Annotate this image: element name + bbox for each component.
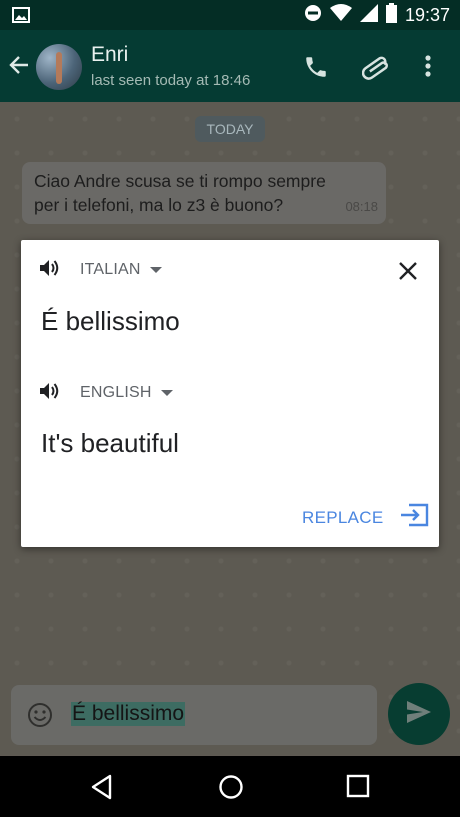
back-arrow-icon[interactable] [8, 54, 30, 81]
speaker-icon[interactable] [39, 258, 61, 283]
dropdown-arrow-icon [160, 390, 173, 396]
nav-recents-icon[interactable] [346, 774, 370, 803]
gallery-icon [12, 7, 30, 28]
dropdown-arrow-icon [149, 267, 162, 273]
replace-button[interactable]: REPLACE [302, 503, 429, 532]
message-time: 08:18 [345, 199, 378, 214]
target-language-selector[interactable]: ENGLISH [39, 381, 173, 405]
clock: 19:37 [404, 4, 450, 25]
signal-icon [359, 3, 378, 27]
battery-icon [385, 2, 397, 28]
translate-dialog: ITALIAN É bellissimo ENGLISH It's beauti… [21, 240, 439, 547]
translated-text: It's beautiful [41, 428, 179, 458]
message-input-box[interactable]: É bellissimo [11, 685, 377, 745]
status-bar: 19:37 [0, 0, 460, 30]
replace-icon [399, 503, 429, 532]
emoji-icon[interactable] [27, 702, 53, 733]
incoming-message[interactable]: Ciao Andre scusa se ti rompo sempre per … [22, 162, 386, 224]
target-language-label: ENGLISH [80, 384, 152, 401]
date-chip: TODAY [195, 116, 265, 142]
message-input[interactable]: É bellissimo [71, 702, 186, 726]
source-language-label: ITALIAN [80, 261, 141, 278]
do-not-disturb-icon [304, 4, 322, 27]
chat-header: Enri last seen today at 18:46 [0, 30, 460, 102]
last-seen-status: last seen today at 18:46 [91, 72, 251, 89]
source-text: É bellissimo [41, 306, 180, 336]
send-button[interactable] [388, 683, 450, 745]
message-line: per i telefoni, ma lo z3 è buono? [34, 195, 284, 215]
send-icon [405, 699, 433, 730]
replace-label: REPLACE [302, 507, 384, 527]
contact-name[interactable]: Enri [91, 43, 128, 67]
nav-home-icon[interactable] [218, 774, 244, 805]
source-language-selector[interactable]: ITALIAN [39, 258, 162, 282]
system-nav-bar [0, 756, 460, 817]
call-icon[interactable] [303, 54, 329, 85]
avatar[interactable] [36, 44, 82, 90]
attach-icon[interactable] [361, 52, 392, 87]
speaker-icon[interactable] [39, 381, 61, 406]
wifi-icon [329, 3, 352, 27]
more-vert-icon[interactable] [424, 54, 432, 83]
message-line: Ciao Andre scusa se ti rompo sempre [34, 171, 326, 191]
nav-back-icon[interactable] [90, 774, 114, 805]
close-icon[interactable] [398, 261, 418, 286]
